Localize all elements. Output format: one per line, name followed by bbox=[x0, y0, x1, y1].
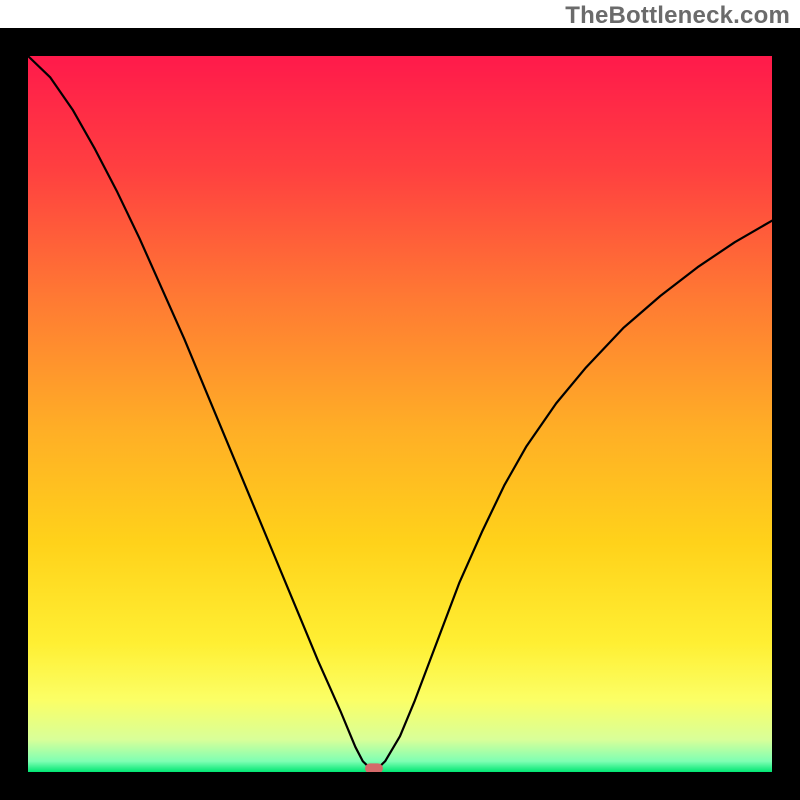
optimal-marker bbox=[365, 763, 383, 773]
plot-background bbox=[28, 56, 772, 772]
watermark-text: TheBottleneck.com bbox=[565, 2, 790, 30]
bottleneck-chart bbox=[0, 28, 800, 800]
chart-container: TheBottleneck.com bbox=[0, 0, 800, 800]
